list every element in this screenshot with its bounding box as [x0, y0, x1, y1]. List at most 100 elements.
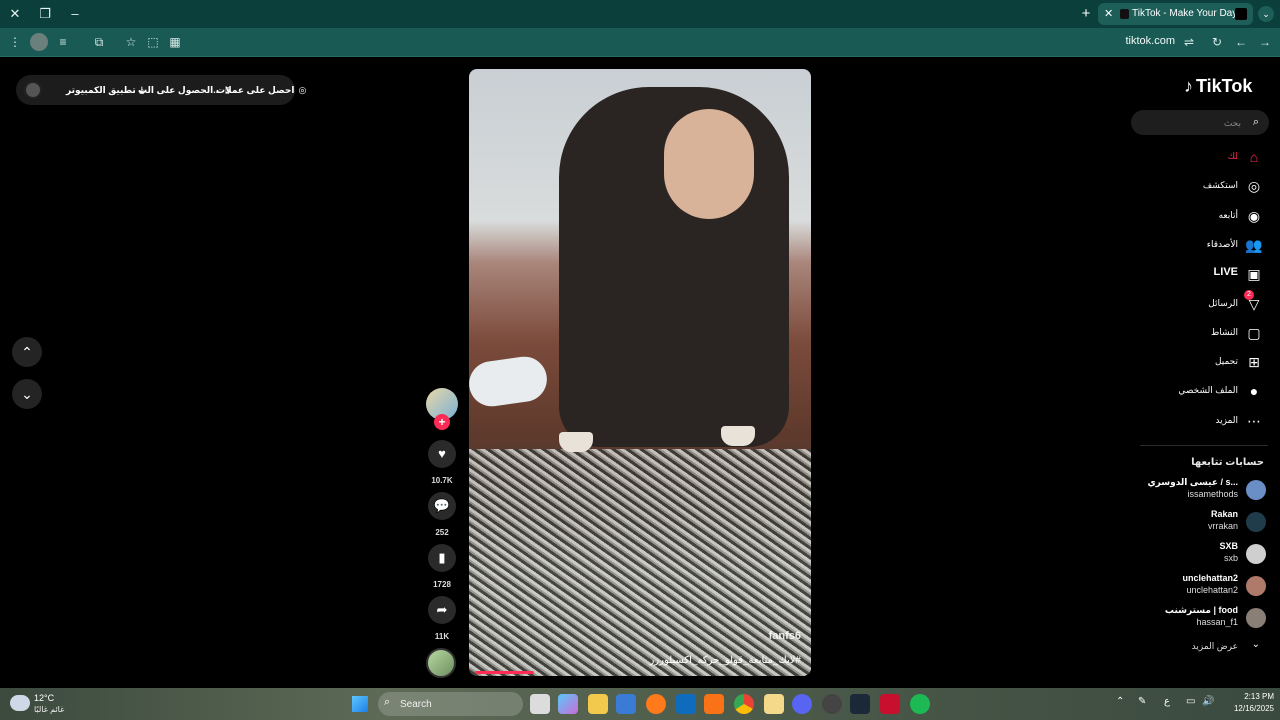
desktop-app-link[interactable]: تطبيق الكمبيوتر ⤓: [66, 75, 144, 105]
sidebar-nav-item[interactable]: الأصدقاء 👥: [1150, 233, 1268, 259]
following-account[interactable]: مسترشنب | food hassan_f1: [1140, 604, 1268, 634]
account-username: hassan_f1: [1196, 617, 1238, 627]
windows-start-icon[interactable]: [352, 696, 368, 712]
user-avatar[interactable]: [24, 81, 42, 99]
app-red-icon[interactable]: [880, 694, 900, 714]
upload-icon: ⊞: [1248, 354, 1260, 371]
github-icon[interactable]: [822, 694, 842, 714]
tab-close-icon[interactable]: ✕: [1104, 3, 1113, 25]
reading-list-icon[interactable]: ≡: [54, 33, 72, 51]
apps-icon[interactable]: ▦: [166, 33, 184, 51]
discord-icon[interactable]: [792, 694, 812, 714]
sidebar-nav-item[interactable]: لك ⌂: [1150, 145, 1268, 171]
sidebar-nav-item[interactable]: أتابعه ◉: [1150, 204, 1268, 230]
video-player[interactable]: fanfs6 #لايك_متابعة_قولو_حركه_اكسبلوررر: [469, 69, 811, 676]
follow-button[interactable]: +: [434, 414, 450, 430]
app-icon[interactable]: [704, 694, 724, 714]
reload-icon[interactable]: ↻: [1208, 33, 1226, 51]
top-links-bar: تطبيق الكمبيوتر ⤓ الحصول على الت... ▯ احصل…: [16, 75, 306, 105]
network-icon[interactable]: ▭: [1186, 696, 1195, 707]
firefox-icon[interactable]: [646, 694, 666, 714]
sidebar-nav-label: لك: [1227, 151, 1238, 161]
task-view-icon[interactable]: [530, 694, 550, 714]
comment-button[interactable]: 💬: [428, 492, 456, 520]
language-indicator[interactable]: ع: [1164, 696, 1170, 707]
previous-video-button[interactable]: ⌃: [12, 337, 42, 367]
sidebar-nav-item[interactable]: الملف الشخصي ●: [1150, 379, 1268, 405]
tiktok-tab-icon: [1235, 8, 1247, 20]
sidebar-nav-item[interactable]: استكشف ◎: [1150, 174, 1268, 200]
outlook-icon[interactable]: [676, 694, 696, 714]
search-input[interactable]: [1141, 110, 1241, 135]
save-count: 1728: [433, 580, 451, 589]
following-account[interactable]: SXB sxb: [1140, 540, 1268, 570]
sidebar-nav-item[interactable]: المزيد ⋯: [1150, 409, 1268, 435]
store-icon[interactable]: [616, 694, 636, 714]
weather-temp: 12°C: [34, 693, 55, 703]
close-window-icon[interactable]: ✕: [4, 4, 26, 24]
clock-date: 12/16/2025: [1233, 704, 1274, 713]
next-video-button[interactable]: ⌄: [12, 379, 42, 409]
taskbar-search-input[interactable]: [400, 692, 510, 716]
chrome-icon[interactable]: [734, 694, 754, 714]
sidebar-nav-item[interactable]: تحميل ⊞: [1150, 350, 1268, 376]
notes-icon[interactable]: [764, 694, 784, 714]
sidebar-nav-label: LIVE: [1213, 266, 1238, 279]
following-account[interactable]: Rakan vrrakan: [1140, 508, 1268, 538]
friends-icon: 👥: [1245, 236, 1263, 253]
tray-overflow-icon[interactable]: ⌃: [1116, 696, 1124, 707]
windows-taskbar: 12°C غائم غالبًا ⌕ ⌃ ✎ ع ▭ 🔊 2:13 PM 12/…: [0, 688, 1280, 720]
save-button[interactable]: ▮: [428, 544, 456, 572]
coin-icon: ◎: [298, 85, 307, 95]
sidebar-nav-item[interactable]: الرسائل ▽ 2: [1150, 289, 1268, 318]
site-settings-icon[interactable]: ⇌: [1180, 33, 1198, 51]
share-button[interactable]: ➦: [428, 596, 456, 624]
home-icon: ⌂: [1249, 149, 1259, 165]
copilot-icon[interactable]: [558, 694, 578, 714]
sidebar-nav-item[interactable]: النشاط ▢: [1150, 321, 1268, 347]
chevron-down-icon: ⌄: [1251, 639, 1260, 650]
taskbar-search[interactable]: ⌕: [378, 692, 523, 716]
video-progress-bar[interactable]: [475, 671, 534, 674]
see-more-button[interactable]: عرض المزيد ⌄: [1140, 639, 1268, 655]
video-watermark: fanfs6: [768, 630, 801, 642]
sidebar-nav-label: الرسائل: [1208, 297, 1238, 308]
video-pillow: [469, 353, 550, 410]
video-caption[interactable]: #لايك_متابعة_قولو_حركه_اكسبلوررر: [649, 655, 801, 666]
forward-arrow-icon[interactable]: →: [1256, 33, 1274, 51]
bookmark-icon: ▮: [438, 550, 446, 565]
extensions-icon[interactable]: ⧉: [90, 33, 108, 51]
minimize-window-icon[interactable]: –: [64, 4, 86, 24]
tiktok-favicon-icon: [1120, 9, 1129, 19]
notification-badge: 2: [1244, 289, 1254, 300]
account-name: unclehattan2: [1182, 573, 1238, 583]
screenshot-icon[interactable]: ⬚: [144, 33, 162, 51]
following-account[interactable]: عيسى الدوسري / s... issamethods: [1140, 476, 1268, 506]
get-coins-link[interactable]: احصل على عملات ◎: [216, 75, 306, 105]
new-tab-button[interactable]: +: [1078, 4, 1094, 24]
file-explorer-icon[interactable]: [588, 694, 608, 714]
taskbar-clock[interactable]: 2:13 PM 12/16/2025: [1220, 691, 1274, 715]
search-icon[interactable]: ⌕: [1249, 115, 1263, 129]
address-bar-url[interactable]: tiktok.com: [1100, 35, 1175, 47]
steam-icon[interactable]: [850, 694, 870, 714]
spotify-icon[interactable]: [910, 694, 930, 714]
menu-dots-icon[interactable]: ⋮: [6, 33, 24, 51]
profile-avatar-icon[interactable]: [30, 33, 48, 51]
account-name: SXB: [1219, 541, 1238, 551]
tab-list-chevron-icon[interactable]: ⌄: [1258, 6, 1274, 22]
back-arrow-icon[interactable]: ←: [1232, 33, 1250, 51]
account-username: unclehattan2: [1186, 585, 1238, 595]
volume-icon[interactable]: 🔊: [1202, 696, 1214, 707]
browser-tab[interactable]: ✕ TikTok - Make Your Day: [1098, 3, 1253, 25]
restore-window-icon[interactable]: ❐: [34, 4, 56, 24]
weather-widget[interactable]: 12°C غائم غالبًا: [6, 691, 96, 717]
search-bar[interactable]: ⌕: [1131, 110, 1269, 135]
like-button[interactable]: ♥: [428, 440, 456, 468]
sidebar-nav-item[interactable]: LIVE ▣: [1150, 262, 1268, 288]
tiktok-logo[interactable]: ♪ TikTok: [1184, 76, 1252, 97]
pen-icon[interactable]: ✎: [1138, 696, 1146, 707]
following-account[interactable]: unclehattan2 unclehattan2: [1140, 572, 1268, 602]
bookmark-star-icon[interactable]: ☆: [122, 33, 140, 51]
music-disc-avatar[interactable]: [426, 648, 456, 678]
